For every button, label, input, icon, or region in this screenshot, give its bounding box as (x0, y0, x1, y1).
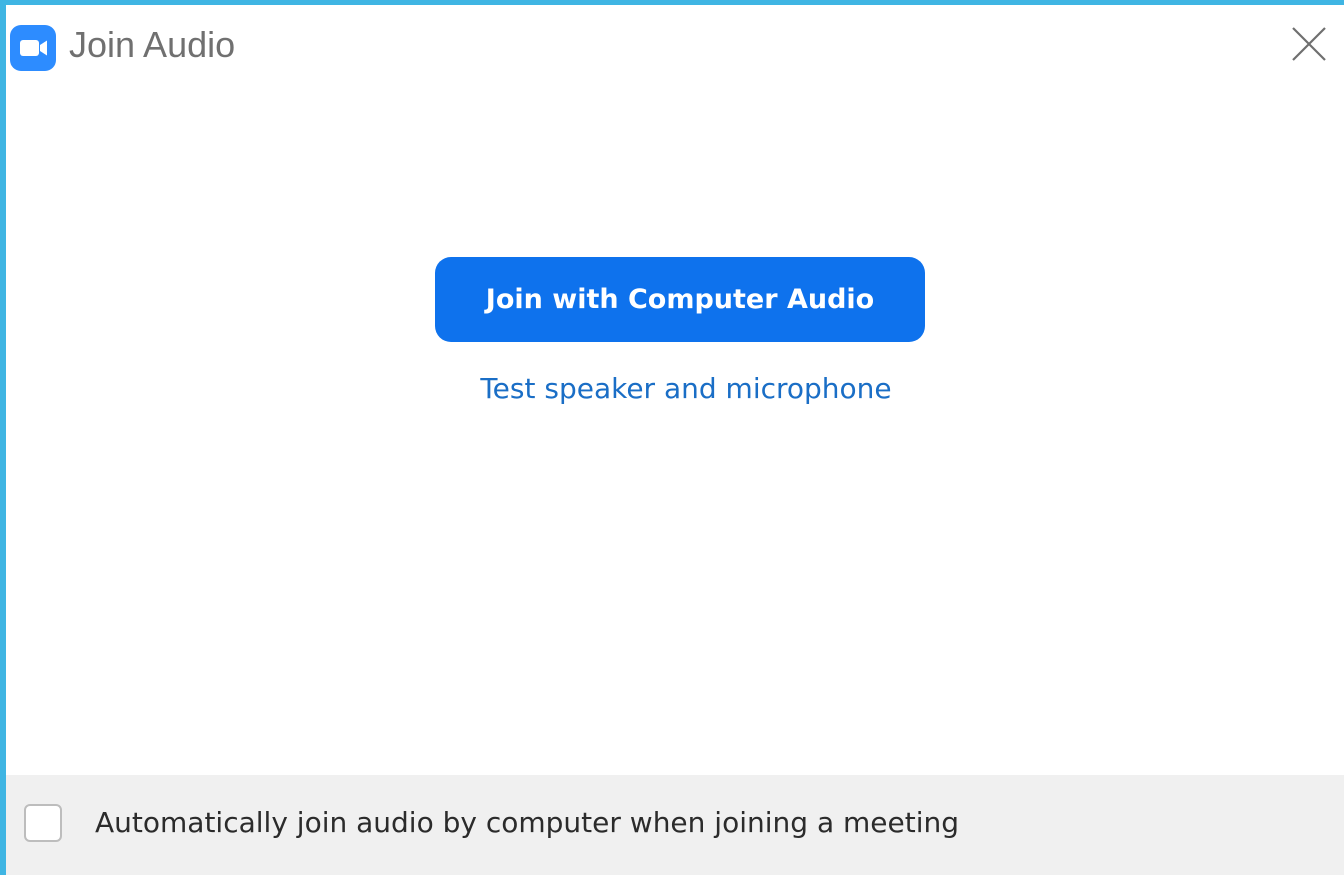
join-computer-audio-button[interactable]: Join with Computer Audio (435, 257, 925, 342)
title-bar: Join Audio (6, 5, 1344, 85)
dialog-footer: Automatically join audio by computer whe… (6, 775, 1344, 875)
test-speaker-microphone-link[interactable]: Test speaker and microphone (426, 369, 946, 409)
dialog-title: Join Audio (69, 24, 236, 65)
join-audio-dialog: Join Audio Join with Computer Audio Test… (6, 5, 1344, 875)
auto-join-checkbox[interactable] (24, 804, 62, 842)
auto-join-label[interactable]: Automatically join audio by computer whe… (95, 803, 959, 843)
zoom-camera-icon (10, 25, 56, 71)
close-icon (1292, 27, 1326, 61)
close-button[interactable] (1284, 19, 1334, 69)
